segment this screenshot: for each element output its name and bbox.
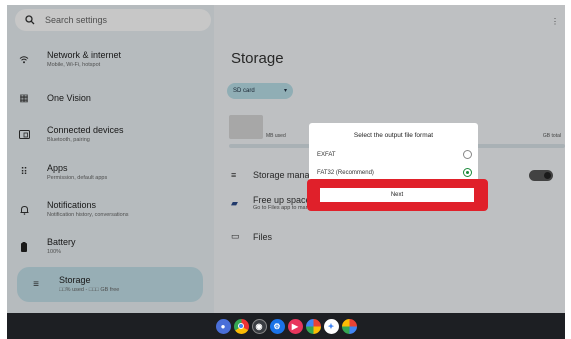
option-label: FAT32 (Recommend) — [317, 170, 374, 176]
option-label: EXFAT — [317, 152, 336, 158]
highlight-box: Next — [307, 179, 488, 211]
photos-icon[interactable] — [305, 318, 321, 334]
chrome-icon[interactable] — [233, 318, 249, 334]
dialog-title: Select the output file format — [353, 132, 434, 139]
taskbar: ● ◉ ⚙ ▶ ✦ — [7, 313, 565, 339]
next-button[interactable]: Next — [320, 188, 474, 202]
radio-selected-icon[interactable] — [463, 168, 472, 177]
settings-screen: Search settings Network & internet Mobil… — [7, 5, 565, 318]
assistant-icon[interactable]: ✦ — [323, 318, 339, 334]
settings-icon[interactable]: ⚙ — [269, 318, 285, 334]
radio-unselected-icon[interactable] — [463, 150, 472, 159]
app-icon[interactable] — [341, 318, 357, 334]
play-store-icon[interactable]: ▶ — [287, 318, 303, 334]
launcher-icon[interactable]: ● — [215, 318, 231, 334]
option-fat32[interactable]: FAT32 (Recommend) — [317, 168, 472, 177]
option-exfat[interactable]: EXFAT — [317, 150, 472, 159]
camera-icon[interactable]: ◉ — [251, 318, 267, 334]
modal-scrim — [7, 5, 565, 318]
